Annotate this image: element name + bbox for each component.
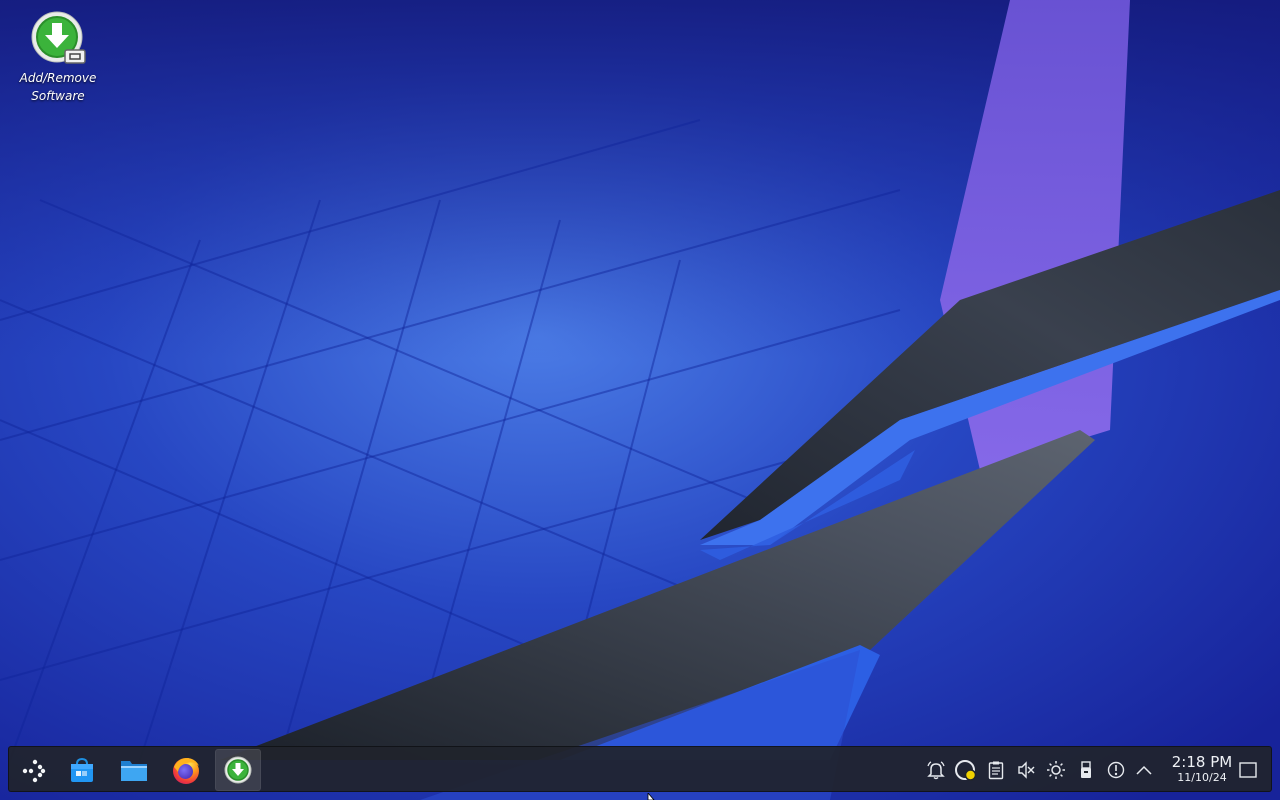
tray-removable-devices[interactable] xyxy=(1073,747,1099,793)
tray-network[interactable] xyxy=(1103,747,1129,793)
show-desktop-button[interactable] xyxy=(1235,747,1261,793)
volume-muted-icon xyxy=(1018,761,1035,779)
tray-volume[interactable] xyxy=(1013,747,1039,793)
desktop-wallpaper xyxy=(0,0,1280,800)
update-status-icon xyxy=(955,760,977,781)
show-desktop-icon xyxy=(1239,762,1257,778)
discover-store-icon xyxy=(71,757,93,782)
tray-brightness[interactable] xyxy=(1043,747,1069,793)
notifications-bell-icon xyxy=(927,761,945,780)
taskbar-panel: 2:18 PM 11/10/24 xyxy=(8,746,1272,792)
tray-update-status[interactable] xyxy=(953,747,979,793)
taskbar-item-firefox[interactable] xyxy=(163,749,209,791)
application-launcher-icon xyxy=(22,759,46,783)
tray-clipboard[interactable] xyxy=(983,747,1009,793)
tray-notifications[interactable] xyxy=(923,747,949,793)
desktop-icon-add-remove-software[interactable]: Add/Remove Software xyxy=(14,10,102,105)
add-remove-software-icon xyxy=(224,756,252,784)
clock-time: 2:18 PM xyxy=(1171,753,1233,771)
firefox-icon xyxy=(173,758,199,784)
desktop-icon-label: Add/Remove Software xyxy=(19,71,97,103)
software-install-icon xyxy=(31,11,86,64)
taskbar-item-discover[interactable] xyxy=(59,749,105,791)
taskbar-item-file-manager[interactable] xyxy=(111,749,157,791)
network-icon xyxy=(1107,761,1125,779)
clipboard-icon xyxy=(988,761,1004,780)
clock-date: 11/10/24 xyxy=(1177,771,1227,784)
taskbar-item-add-remove-software[interactable] xyxy=(215,749,261,791)
file-manager-icon xyxy=(121,761,147,781)
mouse-cursor-icon xyxy=(647,793,655,800)
show-hidden-arrow-icon xyxy=(1136,765,1152,775)
brightness-icon xyxy=(1047,761,1065,779)
tray-show-hidden[interactable] xyxy=(1131,747,1157,793)
application-launcher-button[interactable] xyxy=(11,749,57,791)
removable-device-icon xyxy=(1081,761,1091,778)
digital-clock[interactable]: 2:18 PM 11/10/24 xyxy=(1161,753,1243,785)
